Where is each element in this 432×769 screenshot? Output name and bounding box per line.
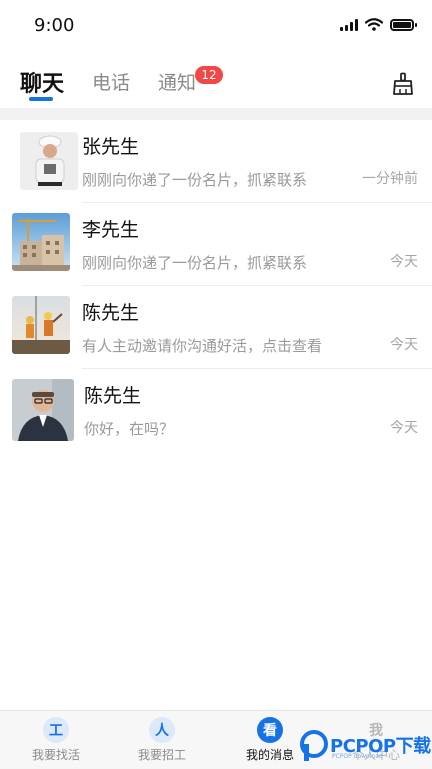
status-icons <box>340 18 417 31</box>
message-time: 今天 <box>390 337 418 353</box>
nav-label: 我要找活 <box>31 748 80 762</box>
pcpop-logo-icon <box>300 730 328 761</box>
person-icon: 人 <box>149 717 175 743</box>
watermark-subtitle: PCPOP download <box>332 753 383 760</box>
tab-chat[interactable]: 聊天 <box>20 66 64 98</box>
chat-list: 张先生 刚刚向你递了一份名片，抓紧联系 一分钟前 李先生 刚刚向你递了一份名片，… <box>0 120 432 710</box>
construction-site-avatar <box>12 213 70 271</box>
status-bar: 9:00 <box>0 0 432 52</box>
battery-icon <box>390 18 417 31</box>
nav-label: 我要招工 <box>137 748 186 762</box>
contact-name: 张先生 <box>82 136 140 158</box>
contact-name: 陈先生 <box>82 302 140 324</box>
notification-badge: 12 <box>195 66 223 84</box>
chat-list-item[interactable]: 张先生 刚刚向你递了一份名片，抓紧联系 一分钟前 <box>0 120 432 203</box>
workers-team-avatar <box>12 296 70 354</box>
chat-list-item[interactable]: 陈先生 有人主动邀请你沟通好活，点击查看 今天 <box>0 286 432 369</box>
contact-name: 陈先生 <box>84 385 142 407</box>
pcpop-watermark: PCPOP下载 PCPOP download <box>300 728 432 764</box>
nav-my-messages[interactable]: 看 我的消息 <box>230 717 310 769</box>
status-time: 9:00 <box>34 15 75 36</box>
message-preview: 刚刚向你递了一份名片，抓紧联系 <box>82 171 308 189</box>
message-time: 今天 <box>390 420 418 436</box>
broom-icon[interactable] <box>392 72 414 96</box>
messages-screen: 9:00 聊天 电话 通知 12 张先生 刚刚向你递了一份名片，抓紧联系 一分钟… <box>0 0 432 768</box>
message-preview: 刚刚向你递了一份名片，抓紧联系 <box>82 254 308 272</box>
nav-recruit[interactable]: 人 我要招工 <box>122 717 202 769</box>
messages-icon: 看 <box>257 717 283 743</box>
message-time: 一分钟前 <box>362 171 418 187</box>
contact-name: 李先生 <box>82 219 140 241</box>
tab-notifications[interactable]: 通知 <box>158 68 196 95</box>
message-preview: 你好，在吗？ <box>84 420 175 438</box>
tab-phone[interactable]: 电话 <box>92 68 130 95</box>
work-icon: 工 <box>43 717 69 743</box>
chat-list-item[interactable]: 李先生 刚刚向你递了一份名片，抓紧联系 今天 <box>0 203 432 286</box>
businessman-avatar <box>12 379 74 441</box>
nav-label: 我的消息 <box>245 748 294 762</box>
nav-find-work[interactable]: 工 我要找活 <box>16 717 96 769</box>
worker-avatar <box>20 132 78 190</box>
chat-list-item[interactable]: 陈先生 你好，在吗？ 今天 <box>0 369 432 452</box>
cellular-signal-icon <box>340 18 358 31</box>
message-time: 今天 <box>390 254 418 270</box>
active-tab-indicator <box>29 97 53 101</box>
wifi-icon <box>365 18 383 31</box>
header-divider <box>0 108 432 120</box>
message-preview: 有人主动邀请你沟通好活，点击查看 <box>82 337 323 355</box>
tab-header: 聊天 电话 通知 12 <box>0 52 432 108</box>
